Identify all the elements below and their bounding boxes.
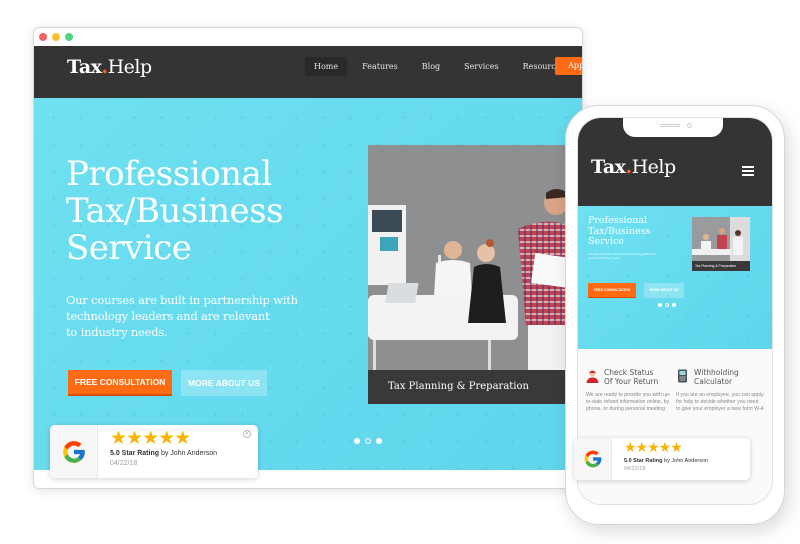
logo-light-text: Help bbox=[107, 56, 153, 78]
mobile-hero-subtitle: Our courses are built in partnership wit… bbox=[588, 253, 658, 260]
hero-title-line: Service bbox=[66, 228, 192, 268]
appointment-button[interactable]: Appointment! bbox=[555, 57, 582, 75]
feature-title-line: Calculator bbox=[694, 376, 733, 386]
close-icon[interactable]: × bbox=[243, 430, 251, 438]
google-logo-box bbox=[50, 425, 98, 478]
feature-withholding-calculator[interactable]: Withholding Calculator If you are an emp… bbox=[676, 368, 764, 413]
review-body: ★★★★★ 5.0 Star Rating by John Anderson 0… bbox=[98, 425, 217, 478]
feature-title-line: Of Your Return bbox=[604, 376, 659, 386]
phone-notch bbox=[623, 118, 723, 137]
rating-stars: ★★★★★ bbox=[110, 427, 191, 449]
rating-line: 5.0 Star Rating by John Anderson bbox=[624, 458, 708, 464]
more-about-us-button[interactable]: MORE ABOUT US bbox=[644, 283, 684, 298]
hero-subtitle-line: Our courses are built in partnership wit… bbox=[66, 293, 298, 307]
calculator-icon bbox=[678, 369, 687, 383]
google-g-icon bbox=[584, 450, 601, 468]
hamburger-menu-icon[interactable] bbox=[742, 166, 754, 176]
review-author: by John Anderson bbox=[159, 450, 218, 457]
feature-title: Check Status Of Your Return bbox=[604, 368, 659, 386]
logo-light-text: Help bbox=[631, 156, 677, 178]
user-support-icon bbox=[586, 370, 599, 383]
rating-stars: ★★★★★ bbox=[624, 440, 683, 456]
office-team-photo bbox=[368, 145, 568, 370]
browser-title-bar bbox=[34, 28, 582, 46]
feature-description: We are ready to provide you with up-to-d… bbox=[586, 392, 671, 412]
hero-photo-card[interactable]: Tax Planning & Preparation bbox=[368, 145, 568, 404]
mobile-slider-pagination bbox=[658, 303, 676, 307]
hero-title-line: Service bbox=[588, 236, 625, 247]
hero-title: Professional Tax/Business Service bbox=[66, 156, 366, 267]
hero-title-line: Professional bbox=[66, 154, 272, 194]
window-close-button[interactable] bbox=[39, 33, 47, 41]
hero-title-line: Professional bbox=[588, 215, 648, 226]
hero-subtitle: Our courses are built in partnership wit… bbox=[66, 292, 336, 340]
mobile-google-review-badge[interactable]: ★★★★★ 5.0 Star Rating by John Anderson 0… bbox=[574, 438, 750, 480]
feature-title: Withholding Calculator bbox=[694, 368, 739, 386]
logo-bold-text: Tax bbox=[591, 156, 626, 178]
window-minimize-button[interactable] bbox=[52, 33, 60, 41]
slider-dot[interactable] bbox=[354, 438, 360, 444]
desktop-browser-window: Tax.Help Home Features Blog Services Res… bbox=[33, 27, 583, 489]
free-consultation-button[interactable]: FREE CONSULTATION bbox=[588, 283, 636, 298]
nav-menu: Home Features Blog Services Resources bbox=[305, 57, 580, 76]
mobile-phone-mockup: Tax.Help Professional Tax/Business Servi… bbox=[565, 105, 785, 525]
mobile-hero-section: Professional Tax/Business Service Our co… bbox=[578, 206, 772, 349]
slider-dot[interactable] bbox=[658, 303, 662, 307]
more-about-us-button[interactable]: MORE ABOUT US bbox=[181, 370, 267, 396]
mobile-hero-photo-card[interactable]: Tax Planning & Preparation bbox=[692, 217, 750, 271]
review-body: ★★★★★ 5.0 Star Rating by John Anderson 0… bbox=[612, 438, 708, 480]
nav-item-services[interactable]: Services bbox=[455, 57, 507, 76]
mobile-hero-title: Professional Tax/Business Service bbox=[588, 215, 650, 248]
nav-item-home[interactable]: Home bbox=[305, 57, 348, 76]
slider-pagination bbox=[354, 438, 382, 444]
review-author: by John Anderson bbox=[662, 458, 709, 464]
hero-section: Professional Tax/Business Service Our co… bbox=[34, 98, 582, 470]
hero-subtitle-line: technology leaders and are relevant bbox=[66, 309, 270, 323]
review-date: 04/22/18 bbox=[624, 466, 646, 472]
nav-item-blog[interactable]: Blog bbox=[413, 57, 449, 76]
review-date: 04/22/18 bbox=[110, 460, 138, 467]
slider-dot-active[interactable] bbox=[365, 438, 371, 444]
hero-subtitle-line: to industry needs. bbox=[66, 325, 168, 339]
photo-caption: Tax Planning & Preparation bbox=[368, 370, 568, 404]
feature-description: If you are an employee, you can apply fo… bbox=[676, 392, 764, 412]
rating-label: 5.0 Star Rating bbox=[110, 450, 160, 457]
window-maximize-button[interactable] bbox=[65, 33, 73, 41]
site-logo[interactable]: Tax.Help bbox=[67, 56, 152, 78]
hero-subtitle-line: to industry needs. bbox=[601, 256, 621, 260]
speaker-grille bbox=[660, 124, 680, 127]
office-team-photo bbox=[692, 217, 750, 261]
slider-dot-active[interactable] bbox=[665, 303, 669, 307]
mobile-features-section: Check Status Of Your Return We are ready… bbox=[578, 349, 772, 504]
logo-bold-text: Tax bbox=[67, 56, 102, 78]
google-logo-box bbox=[574, 438, 612, 480]
free-consultation-button[interactable]: FREE CONSULTATION bbox=[68, 370, 172, 396]
rating-label: 5.0 Star Rating bbox=[624, 458, 663, 464]
slider-dot[interactable] bbox=[376, 438, 382, 444]
google-review-badge[interactable]: ★★★★★ 5.0 Star Rating by John Anderson 0… bbox=[50, 425, 258, 478]
slider-dot[interactable] bbox=[672, 303, 676, 307]
hero-title-line: Tax/Business bbox=[66, 191, 284, 231]
nav-item-features[interactable]: Features bbox=[353, 57, 407, 76]
photo-caption: Tax Planning & Preparation bbox=[692, 261, 750, 271]
mobile-site-logo[interactable]: Tax.Help bbox=[591, 156, 676, 178]
rating-line: 5.0 Star Rating by John Anderson bbox=[110, 450, 217, 457]
google-g-icon bbox=[62, 440, 85, 463]
site-navbar: Tax.Help Home Features Blog Services Res… bbox=[34, 46, 582, 98]
front-camera bbox=[687, 123, 692, 128]
feature-check-status[interactable]: Check Status Of Your Return We are ready… bbox=[586, 368, 674, 413]
